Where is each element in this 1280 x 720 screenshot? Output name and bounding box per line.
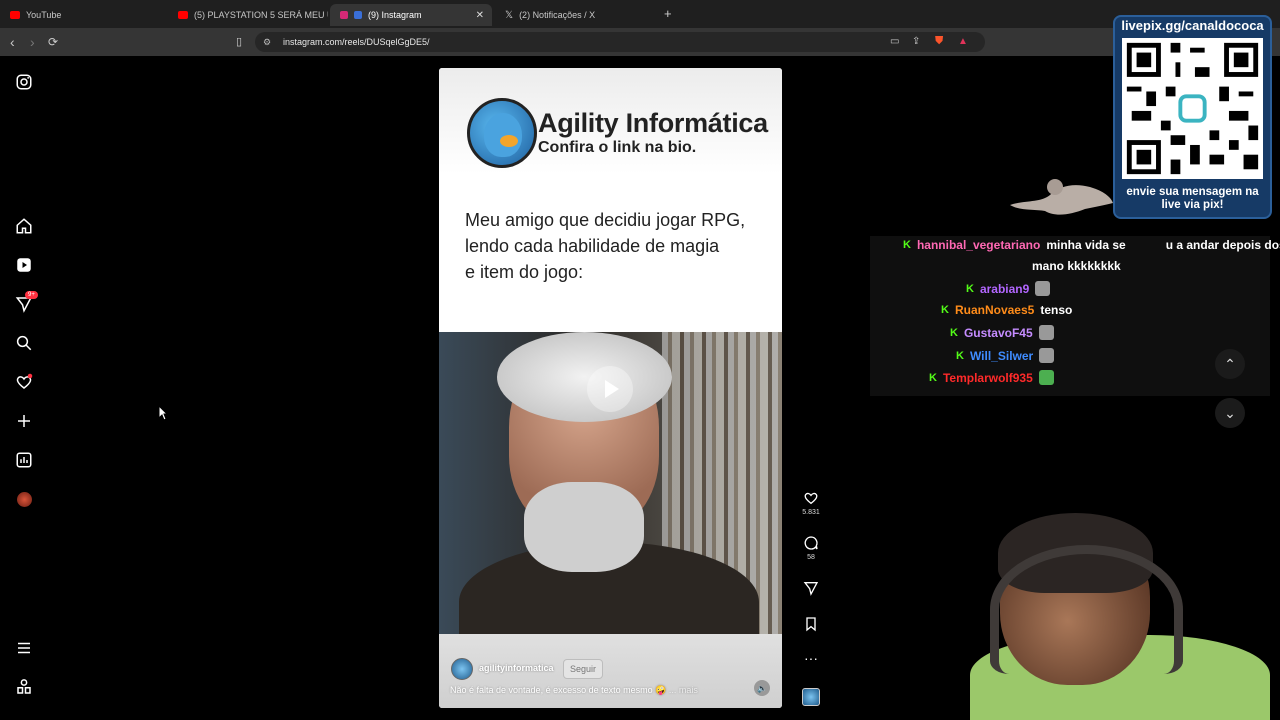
- chat-message-line2: mano kkkkkkkk: [1032, 259, 1121, 273]
- chat-message: K hannibal_vegetariano minha vida se u a…: [903, 238, 1280, 252]
- cat-emote-icon: [1038, 325, 1054, 340]
- bookmark-icon[interactable]: ▯: [236, 35, 242, 48]
- comment-button[interactable]: 58: [801, 535, 821, 561]
- messages-badge: 9+: [25, 291, 38, 299]
- frog-emote-icon: [1038, 370, 1054, 385]
- tab-x-notifications[interactable]: 𝕏 (2) Notificações / X: [495, 4, 655, 26]
- qr-code: [1122, 38, 1263, 179]
- like-count: 5.831: [802, 509, 820, 516]
- chat-message: K RuanNovaes5 tenso: [941, 303, 1073, 317]
- x-icon: 𝕏: [505, 9, 514, 21]
- chat-text: minha vida se: [1046, 238, 1126, 252]
- chat-username: hannibal_vegetariano: [916, 238, 1041, 252]
- messages-icon[interactable]: 9+: [14, 291, 38, 314]
- comment-icon: [804, 536, 818, 550]
- author-username[interactable]: agilityinformatica: [479, 663, 554, 673]
- reel-caption: Não é falta de vontade, é excesso de tex…: [450, 685, 698, 695]
- site-info-icon[interactable]: ⚙: [263, 32, 271, 52]
- previous-reel-button[interactable]: ⌃: [1215, 349, 1245, 379]
- browser-tab-bar: YouTube (5) PLAYSTATION 5 SERÁ MEU ÚLTIM…: [0, 0, 1280, 28]
- chat-username: GustavoF45: [963, 325, 1033, 340]
- mute-toggle-icon[interactable]: 🔈: [754, 680, 770, 696]
- livepix-url: livepix.gg/canaldococa: [1121, 18, 1264, 33]
- more-menu-icon[interactable]: [14, 638, 34, 658]
- chat-username: Templarwolf935: [942, 370, 1033, 385]
- chat-text-continued: u a andar depois dos 30: [1165, 238, 1280, 252]
- reels-icon[interactable]: [14, 255, 34, 275]
- tab-youtube-playstation[interactable]: (5) PLAYSTATION 5 SERÁ MEU ÚLTIMO: [168, 4, 328, 26]
- chat-message: K arabian9: [966, 281, 1051, 296]
- ellipsis-icon: ···: [804, 650, 818, 666]
- save-button[interactable]: [801, 616, 821, 632]
- dashboard-icon[interactable]: [14, 450, 34, 470]
- back-icon[interactable]: ‹: [10, 34, 15, 50]
- reel-post[interactable]: Agility Informática Confira o link na bi…: [439, 68, 782, 708]
- home-icon[interactable]: [14, 216, 34, 236]
- brand-tagline: Confira o link na bio.: [538, 139, 697, 156]
- reel-video[interactable]: [439, 332, 782, 634]
- youtube-icon: [178, 11, 188, 19]
- address-toolbar: ‹ › ⟳ ▯ ⚙ instagram.com/reels/DUSqelGgDE…: [0, 28, 1280, 56]
- create-icon[interactable]: [14, 411, 34, 431]
- brave-rewards-icon[interactable]: ▲: [958, 36, 968, 47]
- livepix-qr-panel: livepix.gg/canaldococa envie sua mensage…: [1113, 15, 1272, 219]
- cat-emote-icon: [1035, 281, 1051, 296]
- author-avatar[interactable]: [451, 658, 473, 680]
- more-options-button[interactable]: ···: [801, 650, 821, 666]
- play-icon: [605, 380, 619, 398]
- play-button[interactable]: [587, 366, 633, 412]
- share-icon[interactable]: ⇪: [912, 36, 920, 47]
- reel-footer: agilityinformatica Seguir Não é falta de…: [439, 634, 782, 708]
- mouse-cursor-icon: [158, 405, 168, 421]
- chevron-down-icon: ⌄: [1224, 404, 1236, 421]
- cat-emote-icon: [1039, 348, 1055, 363]
- cast-icon[interactable]: ▭: [890, 36, 899, 47]
- chat-message: K GustavoF45: [950, 325, 1054, 340]
- close-tab-icon[interactable]: ✕: [476, 10, 484, 21]
- chat-message: K Templarwolf935: [929, 370, 1054, 385]
- url-input[interactable]: ⚙ instagram.com/reels/DUSqelGgDE5/: [255, 32, 985, 52]
- reload-icon[interactable]: ⟳: [48, 35, 58, 49]
- instagram-icon[interactable]: [14, 72, 34, 92]
- comment-count: 58: [807, 554, 815, 561]
- tab-youtube[interactable]: YouTube: [0, 4, 168, 26]
- next-reel-button[interactable]: ⌄: [1215, 398, 1245, 428]
- brave-shield-icon[interactable]: ⛊: [935, 35, 943, 48]
- bookmark-icon: [806, 617, 816, 632]
- streamer-webcam: [970, 505, 1280, 720]
- like-button[interactable]: 5.831: [801, 490, 821, 516]
- audio-thumbnail[interactable]: [801, 688, 821, 706]
- follow-button[interactable]: Seguir: [563, 659, 604, 679]
- share-button[interactable]: [801, 580, 821, 596]
- profile-avatar[interactable]: [14, 489, 34, 509]
- chat-username: arabian9: [979, 281, 1030, 296]
- forward-icon[interactable]: ›: [30, 34, 35, 50]
- kick-badge: K: [903, 239, 911, 251]
- heart-icon: [804, 492, 818, 505]
- window-icon: [354, 11, 362, 19]
- brand-name: Agility Informática: [538, 108, 768, 138]
- new-tab-button[interactable]: +: [664, 6, 672, 21]
- reel-title-card: Agility Informática Confira o link na bi…: [439, 68, 782, 332]
- tab-instagram[interactable]: (9) Instagram ✕: [330, 4, 492, 26]
- chat-username: RuanNovaes5: [954, 303, 1035, 317]
- livepix-message: envie sua mensagem na live via pix!: [1126, 186, 1259, 211]
- cat-sticker: [1010, 179, 1113, 215]
- agility-logo: [467, 98, 537, 168]
- meta-apps-icon[interactable]: [14, 677, 34, 697]
- chat-username: Will_Silwer: [969, 348, 1034, 363]
- caption-more-link[interactable]: ... mais: [669, 685, 698, 695]
- instagram-icon: [340, 11, 348, 19]
- youtube-icon: [10, 11, 20, 19]
- notifications-icon[interactable]: [14, 372, 34, 392]
- chat-message: K Will_Silwer: [956, 348, 1055, 363]
- send-icon: [803, 582, 819, 596]
- search-icon[interactable]: [14, 333, 34, 353]
- chevron-up-icon: ⌃: [1224, 355, 1236, 372]
- reel-caption-overlay: Meu amigo que decidiu jogar RPG, lendo c…: [465, 210, 746, 282]
- chat-text: tenso: [1040, 303, 1073, 317]
